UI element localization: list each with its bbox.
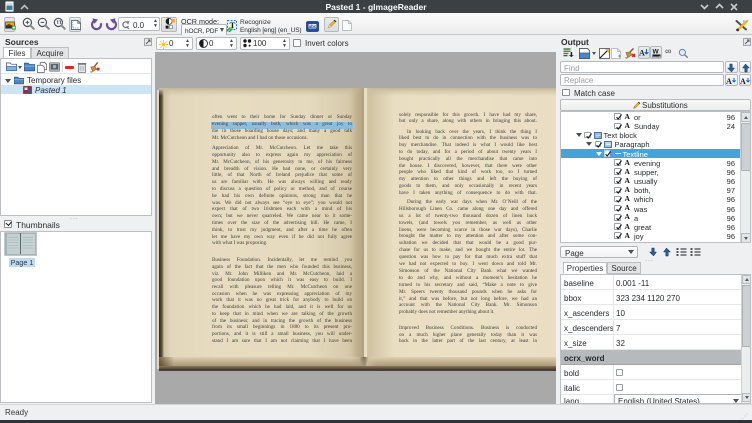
svg-text:A: A	[639, 49, 645, 58]
svg-text:A: A	[740, 77, 746, 86]
svg-text:A: A	[726, 77, 732, 86]
svg-text:abc: abc	[309, 24, 317, 29]
svg-text:count: count	[653, 54, 661, 58]
